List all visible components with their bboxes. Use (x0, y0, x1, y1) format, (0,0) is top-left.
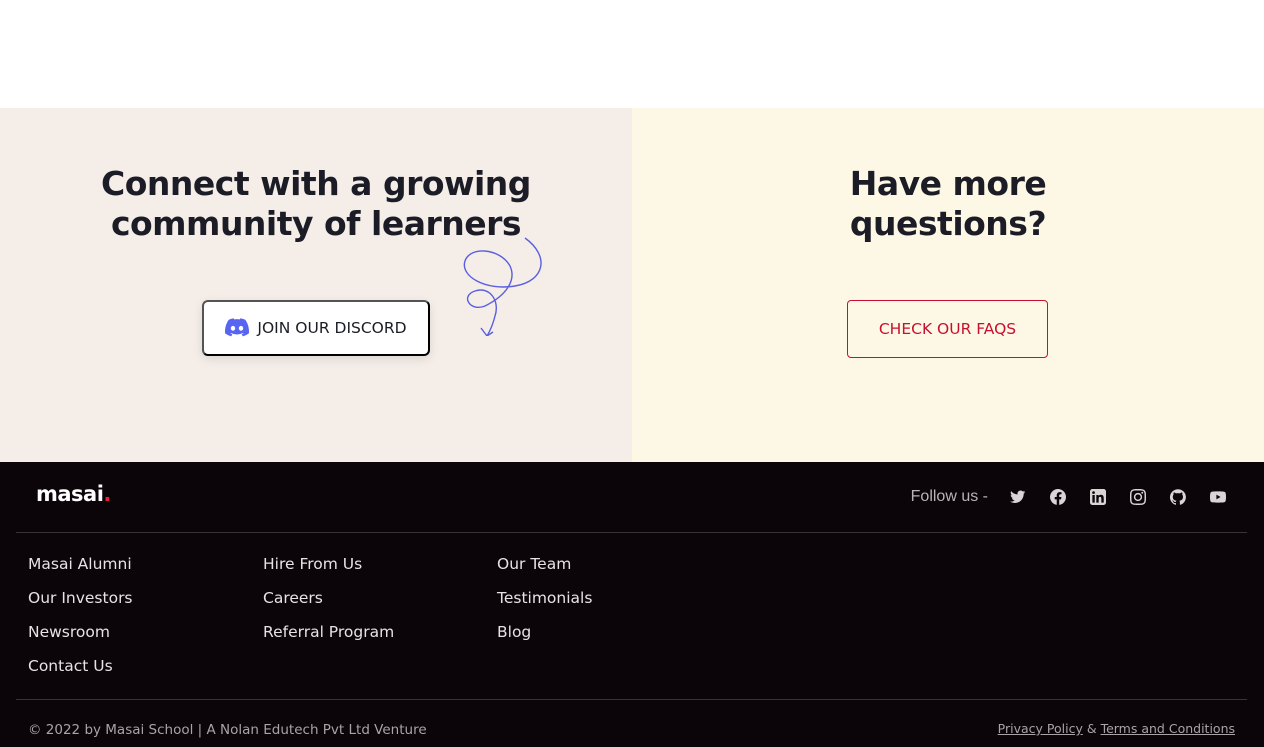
copyright-text: © 2022 by Masai School | A Nolan Edutech… (28, 722, 427, 738)
follow-us-label: Follow us - (910, 488, 988, 505)
masai-logo[interactable]: masai. (36, 482, 111, 506)
github-icon[interactable] (1158, 486, 1198, 508)
footer-link-testimonials[interactable]: Testimonials (497, 587, 592, 621)
community-heading: Connect with a growing community of lear… (101, 164, 531, 243)
site-footer: masai. Follow us - Masai Alumni Our Inve… (0, 462, 1264, 747)
facebook-icon[interactable] (1038, 486, 1078, 508)
instagram-icon[interactable] (1118, 486, 1158, 508)
join-discord-button[interactable]: JOIN OUR DISCORD (202, 300, 430, 356)
footer-links-column-1: Masai Alumni Our Investors Newsroom Cont… (28, 553, 133, 689)
footer-link-our-investors[interactable]: Our Investors (28, 587, 133, 621)
footer-links-column-3: Our Team Testimonials Blog (497, 553, 592, 655)
footer-link-newsroom[interactable]: Newsroom (28, 621, 133, 655)
youtube-icon[interactable] (1198, 486, 1238, 508)
footer-link-blog[interactable]: Blog (497, 621, 592, 655)
top-blank-area (0, 0, 1264, 108)
legal-separator: & (1086, 721, 1097, 736)
legal-links: Privacy Policy & Terms and Conditions (998, 721, 1235, 736)
privacy-policy-link[interactable]: Privacy Policy (998, 721, 1083, 736)
footer-link-referral-program[interactable]: Referral Program (263, 621, 394, 655)
community-section: Connect with a growing community of lear… (0, 108, 632, 462)
join-discord-label: JOIN OUR DISCORD (257, 319, 407, 337)
footer-link-masai-alumni[interactable]: Masai Alumni (28, 553, 133, 587)
footer-link-our-team[interactable]: Our Team (497, 553, 592, 587)
discord-icon (225, 318, 250, 337)
twitter-icon[interactable] (998, 486, 1038, 508)
check-faqs-label: CHECK OUR FAQS (878, 320, 1017, 338)
faq-heading: Have more questions? (849, 164, 1047, 243)
faq-section: Have more questions? CHECK OUR FAQS (632, 108, 1264, 462)
footer-divider-bottom (16, 699, 1247, 700)
footer-link-careers[interactable]: Careers (263, 587, 394, 621)
check-faqs-button[interactable]: CHECK OUR FAQS (847, 300, 1048, 358)
linkedin-icon[interactable] (1078, 486, 1118, 508)
terms-link[interactable]: Terms and Conditions (1101, 721, 1235, 736)
follow-us-bar: Follow us - (911, 486, 1238, 508)
footer-divider-top (16, 532, 1247, 533)
footer-link-contact-us[interactable]: Contact Us (28, 655, 133, 689)
footer-link-hire-from-us[interactable]: Hire From Us (263, 553, 394, 587)
footer-links-column-2: Hire From Us Careers Referral Program (263, 553, 394, 655)
squiggle-arrow-icon (463, 237, 542, 336)
